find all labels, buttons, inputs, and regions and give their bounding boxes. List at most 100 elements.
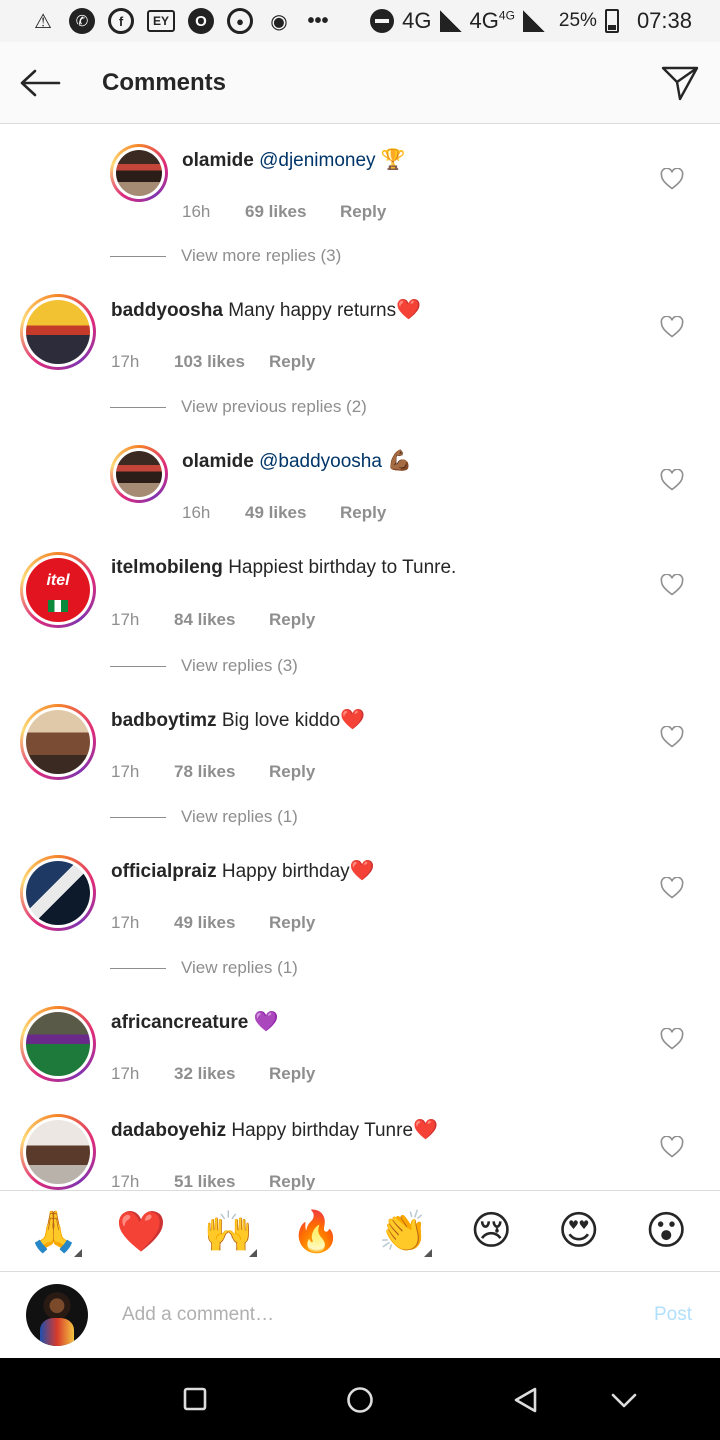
like-heart-icon[interactable]: [660, 315, 684, 340]
like-heart-icon[interactable]: [660, 725, 684, 750]
more-icon: •••: [307, 9, 329, 32]
like-heart-icon[interactable]: [660, 876, 684, 901]
recents-button[interactable]: [182, 1386, 210, 1414]
view-replies-link[interactable]: View replies (1): [110, 958, 298, 978]
like-heart-icon[interactable]: [660, 573, 684, 598]
reply-button[interactable]: Reply: [269, 352, 315, 372]
dadaboyehiz-avatar[interactable]: [20, 1114, 96, 1190]
view-replies-link[interactable]: View replies (1): [110, 807, 298, 827]
comment-body: Happiest birthday to Tunre.: [228, 557, 457, 578]
olamide-avatar[interactable]: [110, 445, 168, 503]
comment-username[interactable]: itelmobileng: [111, 557, 223, 578]
my-avatar: [26, 1284, 88, 1346]
reply-button[interactable]: Reply: [340, 202, 386, 222]
comment-body: Happy birthday Tunre: [231, 1120, 414, 1141]
battery-percent: 25%: [558, 10, 597, 31]
like-heart-icon[interactable]: [660, 167, 684, 192]
post-button[interactable]: Post: [654, 1304, 692, 1326]
reply-button[interactable]: Reply: [269, 1064, 315, 1084]
comment-username[interactable]: olamide: [182, 451, 254, 472]
heart-emoji-button[interactable]: ❤️: [111, 1201, 171, 1261]
comment-likes[interactable]: 78 likes: [174, 762, 269, 782]
signal-icon-2: [522, 10, 545, 32]
comment-body: Happy birthday: [221, 861, 350, 882]
comment-username[interactable]: baddyoosha: [111, 300, 223, 321]
comments-list[interactable]: olamide @djenimoney 🏆 16h 69 likes Reply Vie…: [0, 124, 720, 1190]
comment-text: africancreature 💜: [111, 1010, 278, 1035]
share-button[interactable]: [640, 42, 720, 124]
comment-username[interactable]: officialpraiz: [111, 861, 217, 882]
reply-button[interactable]: Reply: [340, 503, 386, 523]
comment-username[interactable]: dadaboyehiz: [111, 1120, 226, 1141]
triangle-back-icon: [514, 1387, 537, 1413]
comment-emoji: ❤️: [349, 860, 375, 882]
hide-keyboard-button[interactable]: [610, 1386, 638, 1414]
comment-username[interactable]: olamide: [182, 150, 254, 171]
comment-item: dadaboyehiz Happy birthday Tunre❤️ 17h 51 …: [0, 1114, 720, 1190]
network-label-1: 4G: [402, 8, 432, 33]
comment-emoji: ❤️: [340, 709, 366, 731]
do-not-disturb-icon: [370, 9, 395, 33]
back-button[interactable]: [0, 42, 80, 124]
warning-icon: ⚠: [34, 10, 52, 33]
comment-likes[interactable]: 51 likes: [174, 1172, 269, 1190]
avatar-image: [26, 300, 90, 364]
baddyoosha-avatar[interactable]: [20, 294, 96, 370]
mention-link[interactable]: @djenimoney: [259, 150, 375, 171]
circle-icon: [347, 1387, 373, 1413]
square-icon: [183, 1387, 207, 1411]
arrow-left-icon: [20, 69, 61, 96]
comment-input[interactable]: [122, 1304, 602, 1326]
surprised-emoji-button[interactable]: 😮: [636, 1201, 696, 1261]
like-heart-icon[interactable]: [660, 468, 684, 493]
comment-username[interactable]: africancreature: [111, 1012, 248, 1033]
like-heart-icon[interactable]: [660, 1135, 684, 1160]
view-replies-link[interactable]: View previous replies (2): [110, 397, 367, 417]
comment-item: baddyoosha Many happy returns❤️ 17h 103 li…: [0, 294, 720, 384]
page-title: Comments: [102, 68, 227, 96]
raised-hands-emoji-button[interactable]: 🙌: [199, 1201, 259, 1261]
clap-emoji-button[interactable]: 👏: [374, 1201, 434, 1261]
view-replies-label: View more replies (3): [181, 246, 342, 265]
comment-likes[interactable]: 32 likes: [174, 1064, 269, 1084]
battery-icon: [604, 9, 619, 33]
officialpraiz-avatar[interactable]: [20, 855, 96, 931]
fire-emoji-button[interactable]: 🔥: [286, 1201, 346, 1261]
view-replies-link[interactable]: View more replies (3): [110, 246, 341, 266]
mention-link[interactable]: @baddyoosha: [259, 451, 382, 472]
comment-time: 16h: [182, 202, 211, 221]
reply-button[interactable]: Reply: [269, 762, 315, 782]
view-replies-label: View replies (3): [181, 656, 298, 675]
comment-likes[interactable]: 49 likes: [245, 503, 340, 523]
reply-button[interactable]: Reply: [269, 913, 315, 933]
reply-button[interactable]: Reply: [269, 610, 315, 630]
like-heart-icon[interactable]: [660, 1027, 684, 1052]
olamide-avatar[interactable]: [110, 144, 168, 202]
comment-likes[interactable]: 69 likes: [245, 202, 340, 222]
nav-back-button[interactable]: [512, 1386, 540, 1414]
pray-emoji-button[interactable]: 🙏: [24, 1201, 84, 1261]
comment-likes[interactable]: 49 likes: [174, 913, 269, 933]
comment-likes[interactable]: 103 likes: [174, 352, 269, 372]
itel-avatar[interactable]: itel: [20, 552, 96, 628]
comment-emoji: 🏆: [380, 149, 406, 171]
crying-emoji-button[interactable]: 😢: [461, 1201, 521, 1261]
badboytimz-avatar[interactable]: [20, 704, 96, 780]
comment-meta: 17h 84 likes Reply: [111, 610, 315, 630]
heart-eyes-emoji-button[interactable]: 😍: [549, 1201, 609, 1261]
divider-line: [110, 665, 166, 667]
view-replies-link[interactable]: View replies (3): [110, 656, 298, 676]
comment-meta: 17h 103 likes Reply: [111, 352, 315, 372]
system-nav-bar: [0, 1358, 720, 1440]
comment-text: olamide @djenimoney 🏆: [182, 148, 406, 173]
home-button[interactable]: [346, 1386, 374, 1414]
comment-item: badboytimz Big love kiddo❤️ 17h 78 likes Re…: [0, 704, 720, 794]
comment-time: 17h: [111, 352, 140, 371]
comment-likes[interactable]: 84 likes: [174, 610, 269, 630]
africancreature-avatar[interactable]: [20, 1006, 96, 1082]
comment-username[interactable]: badboytimz: [111, 710, 217, 731]
reply-button[interactable]: Reply: [269, 1172, 315, 1190]
chevron-down-icon: [611, 1393, 637, 1408]
comment-time: 17h: [111, 1172, 140, 1190]
comment-meta: 17h 51 likes Reply: [111, 1172, 315, 1190]
